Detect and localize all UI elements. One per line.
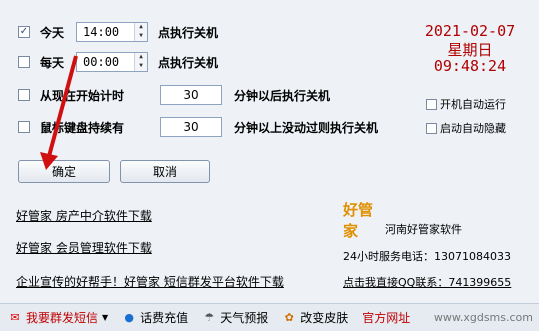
timer-minutes-input[interactable]: 30 xyxy=(160,85,222,105)
link-realestate[interactable]: 好管家 房产中介软件下载 xyxy=(16,207,152,224)
recharge-button[interactable]: ● 话费充值 xyxy=(122,309,188,326)
skin-button[interactable]: ✿ 改变皮肤 xyxy=(282,309,349,326)
sms-menu[interactable]: ✉ 我要群发短信 ▼ xyxy=(8,309,108,326)
link-sms-platform[interactable]: 企业宣传的好帮手！好管家 短信群发平台软件下载 xyxy=(16,273,284,290)
weather-label: 天气预报 xyxy=(220,311,269,325)
clock-time: 09:48:24 xyxy=(433,57,507,75)
daily-time-spinner[interactable]: ▲ ▼ xyxy=(134,53,148,71)
weather-icon: ☂ xyxy=(204,311,215,324)
daily-suffix: 点执行关机 xyxy=(158,55,219,70)
today-label: 今天 xyxy=(40,25,65,40)
link-membership[interactable]: 好管家 会员管理软件下载 xyxy=(16,239,152,256)
timer-minutes-value: 30 xyxy=(183,88,199,102)
red-arrow-icon xyxy=(40,55,78,170)
idle-suffix: 分钟以上没动过则执行关机 xyxy=(234,120,379,135)
idle-minutes-input[interactable]: 30 xyxy=(160,117,222,137)
idle-minutes-value: 30 xyxy=(183,120,199,134)
watermark-text: www.xgdsms.com xyxy=(433,311,533,324)
autostart-option[interactable]: 开机自动运行 xyxy=(426,96,506,112)
recharge-label: 话费充值 xyxy=(140,311,189,325)
autostart-label: 开机自动运行 xyxy=(440,98,506,111)
skin-label: 改变皮肤 xyxy=(300,311,349,325)
cancel-button[interactable]: 取消 xyxy=(120,160,210,183)
site-link[interactable]: 官方网址 xyxy=(362,309,410,326)
timer-suffix: 分钟以后执行关机 xyxy=(234,88,331,103)
today-time-spinner[interactable]: ▲ ▼ xyxy=(134,23,148,41)
idle-checkbox[interactable] xyxy=(18,121,30,133)
autostart-checkbox[interactable] xyxy=(426,98,437,110)
timer-checkbox[interactable] xyxy=(18,89,30,101)
service-phone: 24小时服务电话：13071084033 xyxy=(343,250,511,263)
today-checkbox[interactable]: ✓ xyxy=(18,26,30,38)
company-logo: 好管家 xyxy=(343,201,374,240)
daily-time-value: 00:00 xyxy=(83,55,120,69)
daily-time-input[interactable]: 00:00 ▲ ▼ xyxy=(76,52,149,72)
shutdown-window: ✓ 今天 14:00 ▲ ▼ 点执行关机 每天 00:00 ▲ ▼ 点执行关机 从现… xyxy=(0,0,539,331)
recharge-icon: ● xyxy=(124,311,134,324)
sms-label: 我要群发短信 xyxy=(26,311,99,325)
qq-contact-link[interactable]: 点击我直接QQ联系：741399655 xyxy=(343,274,511,290)
hide-label: 启动自动隐藏 xyxy=(440,122,506,135)
hide-checkbox[interactable] xyxy=(426,122,437,134)
skin-icon: ✿ xyxy=(284,311,294,324)
today-time-value: 14:00 xyxy=(83,25,120,39)
bottom-toolbar: ✉ 我要群发短信 ▼ ● 话费充值 ☂ 天气预报 ✿ 改变皮肤 官方网址 www… xyxy=(0,303,539,331)
site-label: 官方网址 xyxy=(362,311,411,325)
today-row: ✓ 今天 14:00 ▲ ▼ 点执行关机 xyxy=(18,22,218,42)
company-name: 河南好管家软件 xyxy=(385,223,462,236)
today-suffix: 点执行关机 xyxy=(158,25,219,40)
sms-icon: ✉ xyxy=(10,311,20,324)
weather-button[interactable]: ☂ 天气预报 xyxy=(202,309,268,326)
today-time-input[interactable]: 14:00 ▲ ▼ xyxy=(76,22,149,42)
watermark: www.xgdsms.com xyxy=(434,311,539,324)
dropdown-arrow-icon: ▼ xyxy=(102,313,109,322)
hide-option[interactable]: 启动自动隐藏 xyxy=(426,120,506,136)
daily-checkbox[interactable] xyxy=(18,56,30,68)
clock-date: 2021-02-07 xyxy=(424,22,516,40)
